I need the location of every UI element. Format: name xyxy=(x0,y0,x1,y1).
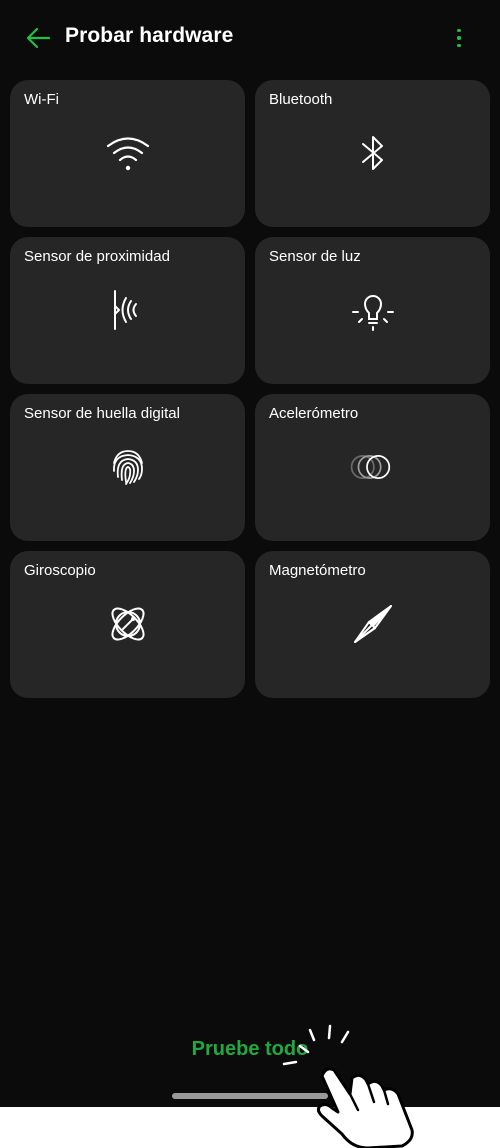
bluetooth-icon xyxy=(349,129,397,177)
tile-magnetometer[interactable]: Magnetómetro xyxy=(255,551,490,698)
tile-label: Magnetómetro xyxy=(269,562,366,579)
light-bulb-icon xyxy=(349,286,397,334)
tile-label: Bluetooth xyxy=(269,91,333,108)
tile-label: Sensor de luz xyxy=(269,248,361,265)
bottom-white-area xyxy=(0,1107,500,1148)
tile-proximity-sensor[interactable]: Sensor de proximidad xyxy=(10,237,245,384)
page-title: Probar hardware xyxy=(65,24,234,47)
tile-bluetooth[interactable]: Bluetooth xyxy=(255,80,490,227)
tile-label: Wi-Fi xyxy=(24,91,59,108)
gyroscope-icon xyxy=(104,600,152,648)
tile-label: Sensor de huella digital xyxy=(24,405,180,422)
proximity-icon xyxy=(104,286,152,334)
tile-wifi[interactable]: Wi-Fi xyxy=(10,80,245,227)
back-button[interactable] xyxy=(22,22,54,54)
tile-accelerometer[interactable]: Acelerómetro xyxy=(255,394,490,541)
tile-light-sensor[interactable]: Sensor de luz xyxy=(255,237,490,384)
tap-hand-icon xyxy=(282,1024,414,1148)
wifi-icon xyxy=(104,129,152,177)
hardware-test-grid: Wi-Fi Bluetooth Sensor de proximidad Sen… xyxy=(10,80,490,698)
tile-label: Sensor de proximidad xyxy=(24,248,170,265)
tile-fingerprint-sensor[interactable]: Sensor de huella digital xyxy=(10,394,245,541)
fingerprint-icon xyxy=(104,443,152,491)
tile-label: Giroscopio xyxy=(24,562,96,579)
test-all-button[interactable]: Pruebe todo xyxy=(0,1038,500,1061)
accelerometer-icon xyxy=(349,443,397,491)
arrow-left-icon xyxy=(26,27,51,49)
tile-gyroscope[interactable]: Giroscopio xyxy=(10,551,245,698)
tile-label: Acelerómetro xyxy=(269,405,359,422)
compass-icon xyxy=(349,600,397,648)
more-vert-icon xyxy=(457,28,461,33)
top-app-bar: Probar hardware xyxy=(0,0,500,75)
more-options-button[interactable] xyxy=(447,22,471,54)
